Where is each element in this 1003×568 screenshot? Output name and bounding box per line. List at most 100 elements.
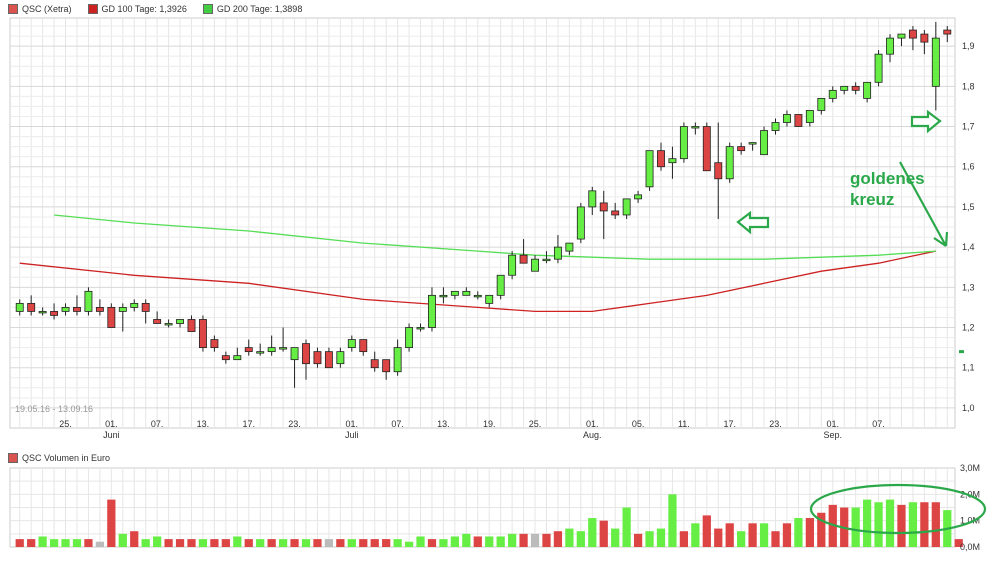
candle-body	[84, 290, 93, 312]
volume-bar	[588, 518, 597, 547]
candle-body	[347, 339, 356, 349]
volume-bar	[782, 523, 792, 547]
volume-bar	[359, 539, 368, 547]
candle-body	[805, 110, 814, 123]
x-tick-label: 07.	[872, 419, 885, 429]
x-tick-label: 17.	[242, 419, 255, 429]
price-tick-label: 1,4	[962, 242, 975, 252]
candle-body	[50, 311, 59, 316]
candle-body	[748, 142, 757, 145]
price-tick-label: 1,9	[962, 41, 975, 51]
volume-bar	[450, 536, 459, 547]
volume-bar	[519, 533, 528, 547]
volume-bar	[645, 531, 654, 547]
candle-body	[439, 294, 448, 298]
candle-body	[657, 150, 665, 168]
volume-tick-label: 0,0M	[960, 542, 980, 552]
x-tick-label: 01.	[827, 419, 840, 429]
price-tick-label: 1,2	[962, 323, 975, 333]
volume-bar	[759, 523, 769, 547]
candle-body	[851, 85, 860, 91]
volume-bar	[141, 539, 150, 547]
candle-body	[737, 146, 746, 152]
volume-bar	[175, 539, 185, 547]
candle-body	[27, 302, 36, 312]
candle-body	[519, 254, 528, 264]
candle	[84, 287, 93, 316]
volume-bar	[611, 528, 620, 547]
candle-body	[576, 206, 585, 240]
last-price-marker	[959, 350, 964, 354]
volume-bar	[794, 518, 803, 547]
candle-body	[95, 307, 104, 312]
volume-bar	[897, 504, 906, 547]
volume-bar	[107, 499, 116, 547]
volume-bar	[393, 539, 402, 547]
volume-bar	[885, 499, 895, 547]
candle-body	[886, 37, 894, 55]
volume-bar	[233, 536, 242, 547]
candle-body	[73, 307, 81, 312]
volume-bar	[542, 533, 551, 547]
x-tick-label: 25.	[59, 419, 72, 429]
volume-bar	[508, 533, 517, 547]
candle-body	[336, 351, 345, 365]
volume-bar	[473, 536, 482, 547]
x-tick-label: 11.	[678, 419, 690, 429]
volume-bar	[153, 536, 162, 547]
candle-body	[714, 162, 723, 180]
candle-body	[279, 347, 288, 350]
volume-bar	[118, 533, 127, 547]
price-tick-label: 1,6	[962, 162, 975, 172]
volume-bar	[404, 541, 414, 547]
candle-body	[141, 302, 150, 312]
candle	[725, 142, 734, 183]
x-tick-label: 23.	[769, 419, 782, 429]
candle-body	[405, 327, 414, 349]
volume-bar	[805, 518, 814, 547]
candle-body	[313, 351, 322, 365]
volume-bar	[290, 539, 299, 547]
volume-bar	[382, 539, 391, 547]
volume-bar	[691, 523, 700, 547]
x-tick-label: 13.	[437, 419, 450, 429]
price-tick-label: 1,0	[962, 403, 975, 413]
candle-body	[840, 85, 849, 91]
price-tick-label: 1,5	[962, 202, 975, 212]
candle-body	[622, 198, 631, 216]
candle	[702, 122, 711, 172]
candle-body	[15, 302, 24, 312]
volume-tick-label: 3,0M	[960, 463, 980, 473]
volume-bar	[278, 539, 288, 547]
x-tick-label: 07.	[151, 419, 164, 429]
candle-body	[874, 53, 883, 83]
volume-bar	[633, 533, 643, 547]
candle-body	[485, 294, 494, 304]
candle-body	[61, 307, 70, 312]
volume-bar	[210, 539, 219, 547]
candle-body	[725, 146, 734, 180]
volume-bar	[347, 539, 356, 547]
candle	[874, 50, 883, 87]
x-tick-label: 01.	[105, 419, 118, 429]
candle-body	[153, 319, 162, 324]
candle-body	[679, 126, 688, 160]
volume-bar	[15, 539, 24, 547]
price-tick-label: 1,1	[962, 363, 975, 373]
x-tick-label: 25.	[529, 419, 542, 429]
volume-bar	[164, 539, 173, 547]
candle-body	[359, 339, 368, 353]
x-tick-label: 13.	[197, 419, 210, 429]
volume-bar	[130, 531, 139, 547]
candle-body	[267, 347, 276, 353]
volume-bar	[908, 502, 918, 547]
candle-body	[198, 319, 207, 349]
candle-body	[760, 130, 769, 156]
volume-bar	[656, 528, 666, 547]
price-tick-label: 1,3	[962, 282, 975, 292]
candle-body	[943, 29, 952, 35]
candle-body	[634, 194, 643, 200]
candle-body	[611, 210, 620, 216]
price-volume-chart: 1,01,11,21,31,41,51,61,71,81,925. 01.Juni…	[9, 17, 987, 552]
volume-bar	[565, 528, 574, 547]
